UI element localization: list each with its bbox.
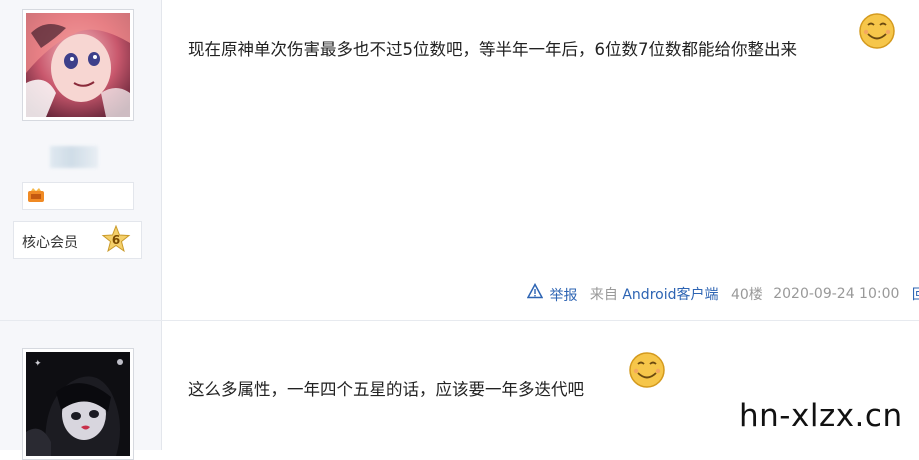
svg-text:✦: ✦ — [34, 359, 42, 369]
watermark-text: hn-xlzx.cn — [739, 398, 903, 434]
post-1: 核心会员 6 现在原神单次伤害最多也不过5位数吧，等半年一年后，6位数7位数都能… — [0, 0, 919, 320]
username-blurred — [50, 146, 98, 168]
member-label: 核心会员 — [22, 235, 78, 251]
warning-icon — [526, 282, 544, 299]
user-sidebar: 核心会员 6 — [0, 0, 162, 320]
post-content: 现在原神单次伤害最多也不过5位数吧，等半年一年后，6位数7位数都能给你整出来 — [188, 40, 797, 59]
watermark: hn-xlzx.cn — [726, 384, 919, 450]
post-time: 2020-09-24 10:00 — [773, 286, 900, 302]
avatar[interactable] — [22, 9, 134, 121]
avatar[interactable]: ✦ — [22, 348, 134, 460]
avatar-image: ✦ — [26, 352, 130, 456]
post-footer: 举报 来自 Android客户端 40楼 2020-09-24 10:00 回复 — [526, 282, 919, 305]
smiley-face-icon — [859, 13, 895, 49]
floor-number: 40楼 — [730, 287, 763, 303]
report-link[interactable]: 举报 — [549, 285, 577, 305]
badge-box — [22, 182, 134, 210]
avatar-image — [26, 13, 130, 117]
from-label: 来自 — [589, 287, 618, 303]
level-number: 6 — [111, 233, 121, 247]
user-sidebar: ✦ — [0, 321, 162, 460]
smiley-face-icon — [629, 352, 665, 388]
post-content: 这么多属性，一年四个五星的话，应该要一年多迭代吧 — [188, 380, 584, 399]
reply-link[interactable]: 回复 — [912, 284, 919, 304]
medal-icon — [28, 188, 44, 202]
member-level-box: 核心会员 6 — [13, 221, 142, 259]
client-link[interactable]: Android客户端 — [622, 284, 718, 304]
report-button[interactable]: 举报 — [526, 282, 585, 305]
